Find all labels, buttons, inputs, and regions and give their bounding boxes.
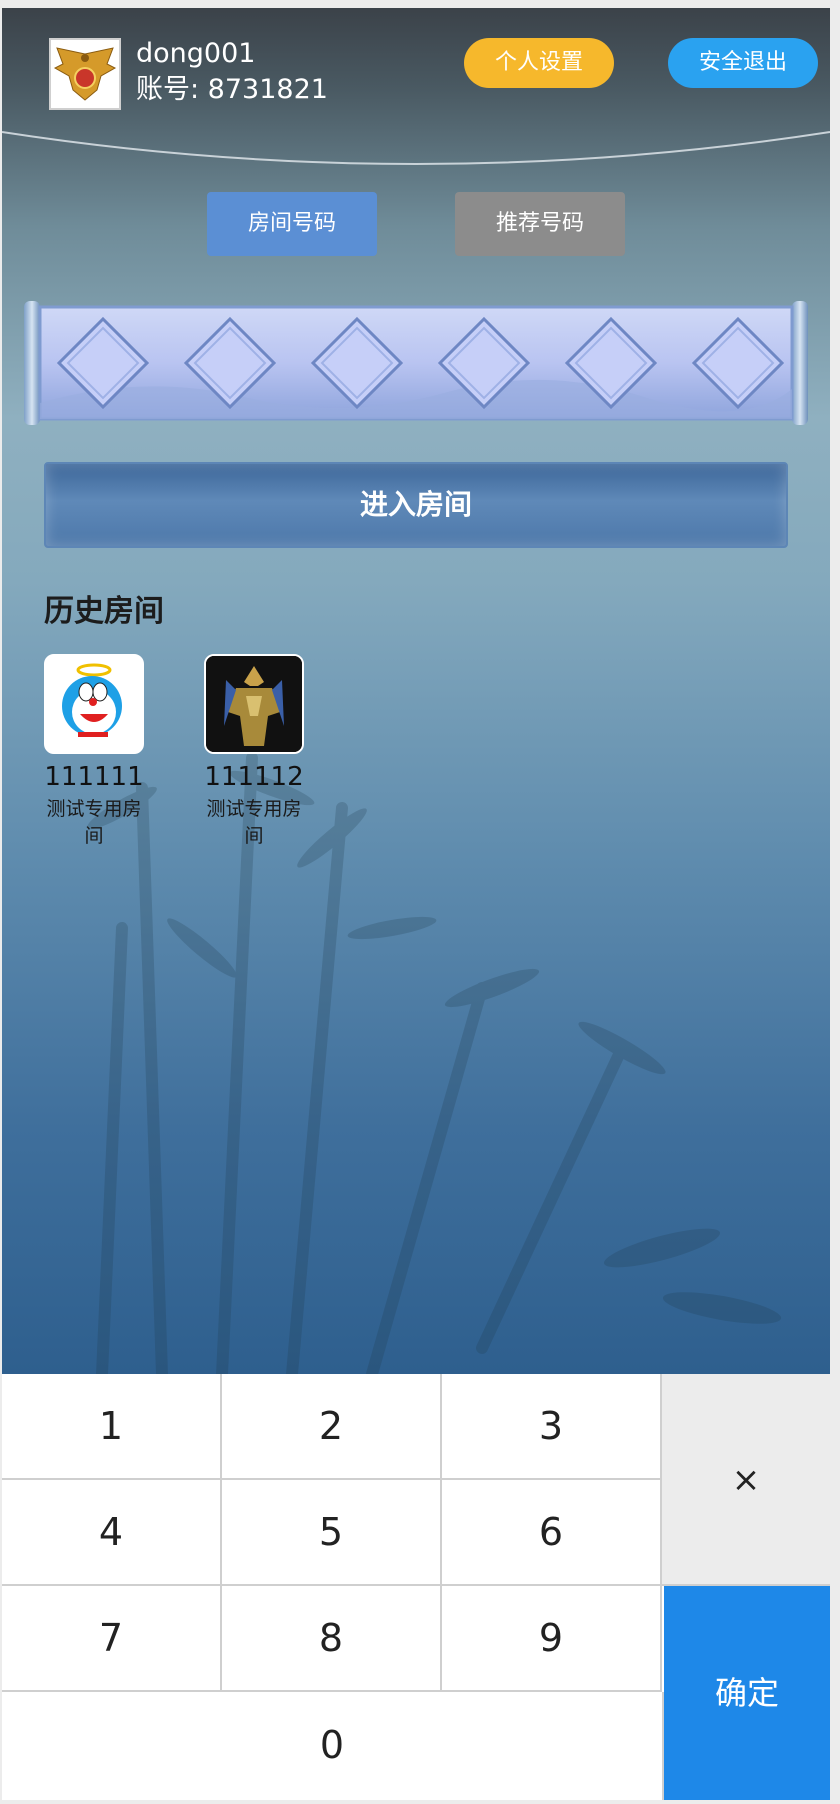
eagle-emblem-icon (51, 40, 119, 108)
enter-room-button[interactable]: 进入房间 (44, 462, 788, 548)
room-thumbnail (44, 654, 144, 754)
key-9[interactable]: 9 (442, 1586, 662, 1692)
tab-room-number[interactable]: 房间号码 (207, 192, 377, 256)
room-thumbnail (204, 654, 304, 754)
top-bar: dong001 账号: 8731821 个人设置 安全退出 (2, 8, 830, 165)
room-number-slots (24, 293, 808, 433)
diamond-slot-icon[interactable] (437, 316, 531, 410)
username: dong001 (136, 38, 256, 69)
diamond-slot-icon[interactable] (691, 316, 785, 410)
history-room-card[interactable]: 111111 测试专用房间 (44, 654, 144, 850)
confirm-button[interactable]: 确定 (664, 1586, 830, 1800)
app-screen: dong001 账号: 8731821 个人设置 安全退出 房间号码 推荐号码 (2, 8, 830, 1800)
account-number: 账号: 8731821 (136, 74, 328, 105)
numeric-keypad: 1 2 3 4 5 6 7 8 9 0 × 确定 (2, 1374, 830, 1800)
room-name: 测试专用房间 (206, 798, 302, 847)
key-4[interactable]: 4 (2, 1480, 222, 1586)
key-7[interactable]: 7 (2, 1586, 222, 1692)
tab-recommended-number[interactable]: 推荐号码 (455, 192, 625, 256)
header-divider-curve (2, 131, 830, 165)
diamond-slot-icon[interactable] (183, 316, 277, 410)
key-6[interactable]: 6 (442, 1480, 662, 1586)
doraemon-avatar-icon (46, 656, 142, 752)
key-3[interactable]: 3 (442, 1374, 662, 1480)
room-name: 测试专用房间 (46, 798, 142, 847)
key-1[interactable]: 1 (2, 1374, 222, 1480)
personal-settings-button[interactable]: 个人设置 (464, 38, 614, 88)
key-0[interactable]: 0 (2, 1692, 664, 1800)
room-number: 111112 (204, 762, 304, 792)
main-area: dong001 账号: 8731821 个人设置 安全退出 房间号码 推荐号码 (2, 8, 830, 1374)
user-avatar[interactable] (49, 38, 121, 110)
safe-logout-button[interactable]: 安全退出 (668, 38, 818, 88)
diamond-slot-icon[interactable] (56, 316, 150, 410)
diamond-slot-icon[interactable] (310, 316, 404, 410)
delete-key[interactable]: × (662, 1374, 830, 1586)
room-number: 111111 (44, 762, 144, 792)
history-rooms-title: 历史房间 (44, 594, 164, 629)
diamond-slot-icon[interactable] (564, 316, 658, 410)
armored-robot-avatar-icon (206, 656, 302, 752)
key-5[interactable]: 5 (222, 1480, 442, 1586)
bamboo-decoration (87, 752, 782, 1374)
key-8[interactable]: 8 (222, 1586, 442, 1692)
history-room-card[interactable]: 111112 测试专用房间 (204, 654, 304, 850)
key-2[interactable]: 2 (222, 1374, 442, 1480)
